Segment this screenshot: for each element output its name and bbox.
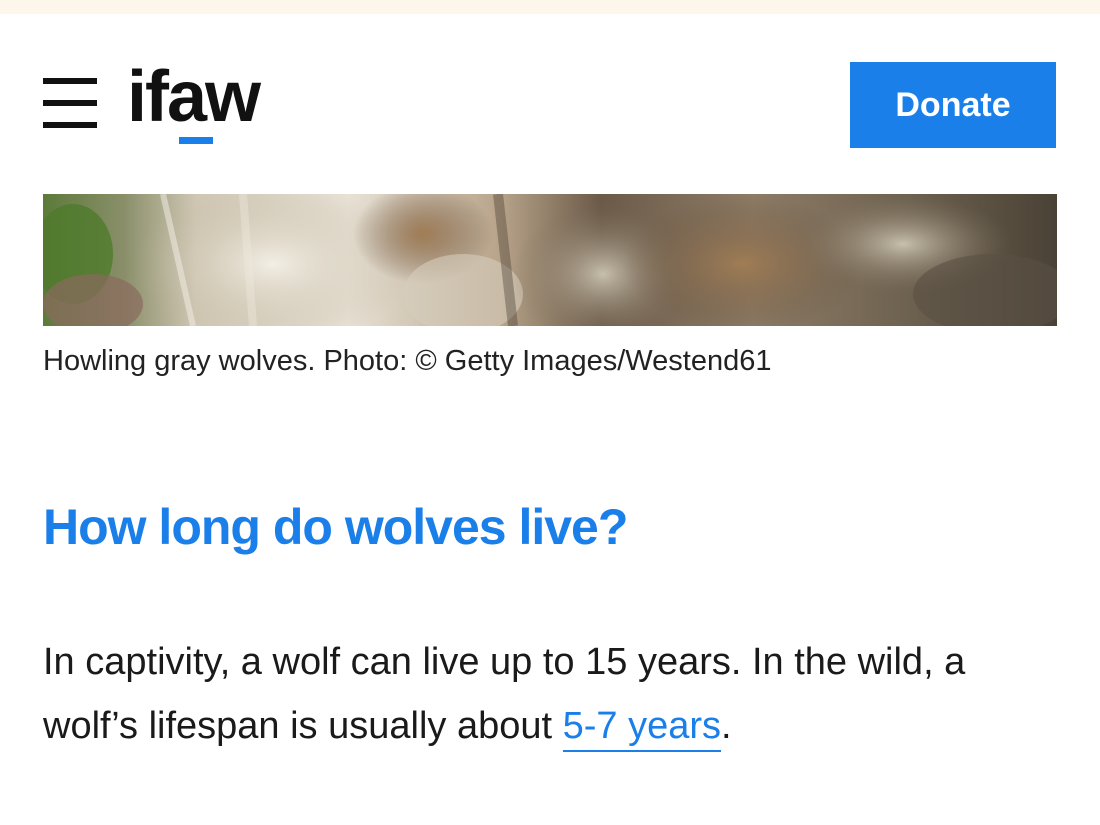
section-heading: How long do wolves live? xyxy=(43,499,628,555)
lifespan-link[interactable]: 5-7 years xyxy=(562,705,722,752)
site-header: ifaw Donate xyxy=(0,14,1100,174)
article-paragraph: In captivity, a wolf can live up to 15 y… xyxy=(43,630,1043,758)
menu-bar xyxy=(43,78,97,84)
donate-button[interactable]: Donate xyxy=(850,62,1056,148)
paragraph-end: . xyxy=(721,705,732,747)
menu-bar xyxy=(43,100,97,106)
paragraph-text: In captivity, a wolf can live up to 15 y… xyxy=(43,641,966,747)
hamburger-menu-icon[interactable] xyxy=(43,78,99,128)
logo-underline xyxy=(179,137,213,144)
hero-caption: Howling gray wolves. Photo: © Getty Imag… xyxy=(43,345,772,377)
wolves-photo xyxy=(43,194,1057,326)
top-strip xyxy=(0,0,1100,14)
hero-image xyxy=(43,194,1057,326)
logo-text: ifaw xyxy=(127,57,261,137)
menu-bar xyxy=(43,122,97,128)
ifaw-logo[interactable]: ifaw xyxy=(127,61,261,161)
